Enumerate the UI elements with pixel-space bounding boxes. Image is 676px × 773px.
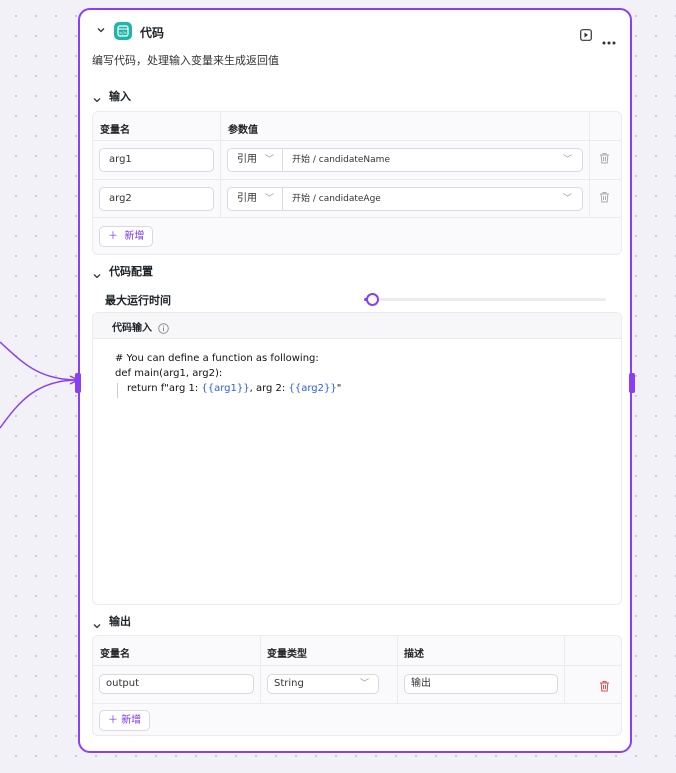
chevron-down-icon: ﹀ (562, 155, 572, 165)
input-section-title: 输入 (109, 90, 131, 103)
max-runtime-slider-track[interactable] (364, 298, 606, 301)
output-collapse-chevron-icon[interactable] (92, 616, 102, 635)
input-table: 变量名 参数值 arg1 引用 ﹀ 开始 / candidateName ﹀ ar… (92, 111, 622, 255)
code-node[interactable]: </> 代码 编写代码，处理输入变量来生成返回值 输入 变量名 参数值 arg1… (75, 8, 635, 753)
output-desc-field[interactable]: 输出 (404, 674, 558, 694)
output-col-desc-header: 描述 (404, 649, 424, 660)
plus-icon: ＋ (108, 231, 118, 242)
output-var-name-field[interactable]: output (99, 674, 254, 694)
code-line-2: def main(arg1, arg2): (115, 368, 223, 379)
code-line-3: return f"arg 1: {{arg1}}, arg 2: {{arg2}… (127, 383, 342, 394)
input-value-select[interactable]: 引用 ﹀ 开始 / candidateAge ﹀ (227, 187, 583, 211)
more-options-icon[interactable] (602, 30, 616, 49)
max-runtime-label: 最大运行时间 (105, 294, 171, 307)
collapse-chevron-icon[interactable] (96, 25, 106, 38)
ref-type-select[interactable]: 引用 ﹀ (228, 188, 283, 210)
input-collapse-chevron-icon[interactable] (92, 90, 102, 109)
input-col-name-header: 变量名 (100, 125, 130, 136)
ref-value: 开始 / candidateName (292, 155, 390, 165)
add-input-button[interactable]: ＋ 新增 (99, 226, 154, 247)
code-input-label: 代码输入 (112, 323, 152, 334)
chevron-down-icon: ﹀ (264, 194, 274, 204)
output-section-title: 输出 (109, 615, 131, 628)
indent-guide (117, 383, 118, 398)
chevron-down-icon: ﹀ (359, 679, 369, 689)
code-editor-header: 代码输入 (93, 313, 621, 339)
add-output-button[interactable]: ＋ 新增 (99, 710, 151, 731)
plus-icon: ＋ (108, 715, 118, 726)
ref-type-select[interactable]: 引用 ﹀ (228, 149, 283, 171)
output-col-name-header: 变量名 (100, 649, 130, 660)
ref-value: 开始 / candidateAge (292, 194, 381, 204)
chevron-down-icon: ﹀ (264, 155, 274, 165)
node-title[interactable]: 代码 (140, 24, 164, 41)
svg-text:</>: </> (119, 31, 127, 36)
output-col-type-header: 变量类型 (267, 649, 307, 660)
delete-trash-icon[interactable] (599, 677, 610, 696)
run-icon[interactable] (580, 26, 592, 45)
output-port[interactable] (629, 373, 635, 393)
output-table: 变量名 变量类型 描述 output String ﹀ 输出 ＋ 新增 (92, 635, 622, 736)
code-config-chevron-icon[interactable] (92, 266, 102, 285)
chevron-down-icon: ﹀ (562, 194, 572, 204)
code-node-icon: </> (114, 22, 132, 40)
input-col-value-header: 参数值 (228, 125, 258, 136)
info-icon[interactable] (158, 319, 169, 338)
connection-edges (0, 341, 80, 429)
input-value-select[interactable]: 引用 ﹀ 开始 / candidateName ﹀ (227, 148, 583, 172)
input-var-name-field[interactable]: arg1 (99, 148, 214, 172)
delete-trash-icon[interactable] (599, 191, 610, 206)
input-var-name-field[interactable]: arg2 (99, 187, 214, 211)
code-line-1: # You can define a function as following… (115, 353, 319, 364)
code-config-title: 代码配置 (109, 265, 153, 278)
output-type-select[interactable]: String ﹀ (267, 674, 379, 694)
max-runtime-slider-thumb[interactable] (366, 293, 380, 306)
delete-trash-icon[interactable] (599, 152, 610, 167)
input-port[interactable] (75, 373, 81, 393)
code-editor[interactable]: 代码输入 # You can define a function as foll… (92, 312, 622, 605)
node-description: 编写代码，处理输入变量来生成返回值 (92, 54, 279, 67)
